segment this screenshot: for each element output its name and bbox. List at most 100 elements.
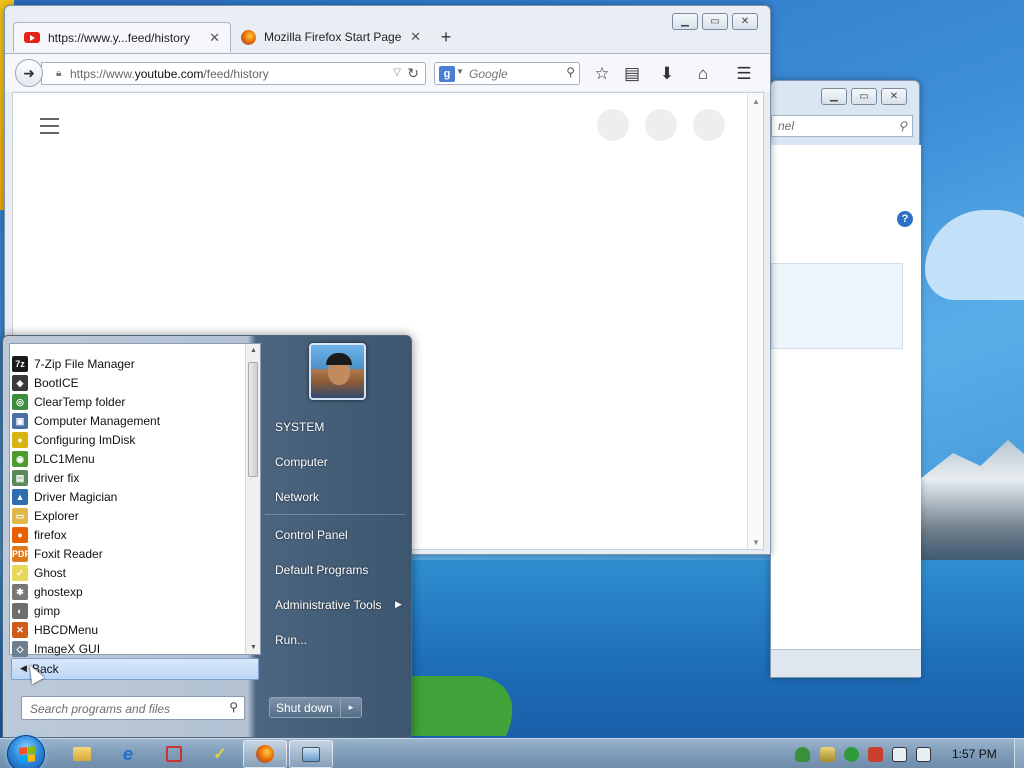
firefox-icon: ● [12, 526, 28, 543]
control-panel-icon [302, 746, 320, 762]
program-item[interactable]: 7z 7-Zip File Manager [12, 354, 135, 373]
start-item-network[interactable]: Network [275, 490, 319, 504]
menu-icon[interactable]: ☰ [733, 63, 755, 85]
scroll-up-icon[interactable]: ▲ [752, 97, 760, 106]
control-panel-window[interactable]: ▁ ▭ ✕ nel ⚲ ? [770, 80, 921, 678]
imagex-icon: ◇ [12, 640, 28, 657]
start-item-label: Administrative Tools [275, 598, 382, 612]
taskbar-internet-explorer[interactable]: e [106, 740, 150, 768]
minimize-button[interactable]: ▁ [672, 13, 698, 30]
home-icon[interactable]: ⌂ [692, 63, 714, 85]
url-prefix: https://www. [70, 67, 135, 81]
minimize-button[interactable]: ▁ [821, 88, 847, 105]
help-icon[interactable]: ? [897, 211, 913, 227]
taskbar-ghost[interactable]: ✓ [198, 740, 242, 768]
google-engine-icon[interactable]: g [439, 66, 455, 82]
back-button[interactable]: ◀ Back [11, 658, 259, 680]
program-label: BootICE [34, 375, 79, 390]
maximize-button[interactable]: ▭ [851, 88, 877, 105]
close-button[interactable]: ✕ [732, 13, 758, 30]
tab-label: https://www.y...feed/history [48, 30, 190, 45]
scroll-up-icon[interactable]: ▲ [250, 347, 257, 354]
program-item[interactable]: ◉ DLC1Menu [12, 449, 95, 468]
explorer-icon: ▭ [12, 507, 28, 524]
scroll-down-icon[interactable]: ▼ [250, 644, 257, 651]
page-scrollbar[interactable]: ▲ ▼ [747, 93, 763, 549]
taskbar-control-panel[interactable] [289, 740, 333, 768]
start-item-computer[interactable]: Computer [275, 455, 328, 469]
search-icon[interactable]: ⚲ [566, 65, 575, 79]
downloads-icon[interactable]: ⬇ [656, 63, 678, 85]
hbcd-icon [166, 746, 182, 762]
program-item[interactable]: ◇ ImageX GUI [12, 639, 100, 658]
start-item-control-panel[interactable]: Control Panel [275, 528, 348, 542]
hbcd-tray-icon[interactable] [868, 747, 883, 762]
shutdown-button[interactable]: Shut down [269, 697, 341, 718]
scroll-thumb[interactable] [248, 362, 258, 477]
user-avatar[interactable] [309, 343, 366, 400]
program-list-scrollbar[interactable]: ▲ ▼ [245, 344, 260, 654]
taskbar-file-explorer[interactable] [60, 740, 104, 768]
tab-close-icon[interactable]: ✕ [209, 30, 220, 46]
program-item[interactable]: ● Configuring ImDisk [12, 430, 135, 449]
tab-close-icon[interactable]: ✕ [410, 29, 421, 45]
bookmark-star-icon[interactable]: ☆ [591, 63, 613, 85]
start-search-input[interactable]: Search programs and files ⚲ [21, 696, 245, 720]
search-icon[interactable]: ⚲ [229, 700, 238, 714]
program-item[interactable]: ◎ ClearTemp folder [12, 392, 125, 411]
ghostexp-icon: ✱ [12, 583, 28, 600]
start-item-administrative-tools[interactable]: Administrative Tools ▶ [275, 598, 402, 612]
internet-explorer-icon: e [122, 743, 133, 764]
program-label: HBCDMenu [34, 622, 99, 637]
program-item[interactable]: ● firefox [12, 525, 67, 544]
scroll-down-icon[interactable]: ▼ [752, 538, 760, 547]
cleartemp-icon: ◎ [12, 393, 28, 410]
shutdown-options-button[interactable]: ▸ [340, 697, 362, 718]
tab-label: Mozilla Firefox Start Page [264, 30, 402, 44]
url-bar[interactable]: 🔒︎ https://www.youtube.com/feed/history … [41, 62, 426, 85]
tab-youtube-history[interactable]: https://www.y...feed/history ✕ [13, 22, 231, 52]
program-item[interactable]: PDF Foxit Reader [12, 544, 103, 563]
program-item[interactable]: ◈ BootICE [12, 373, 79, 392]
program-item[interactable]: ▭ Explorer [12, 506, 79, 525]
program-item[interactable]: ▣ Computer Management [12, 411, 160, 430]
youtube-guide-menu-icon[interactable] [40, 118, 59, 139]
reload-icon[interactable]: ↻ [407, 65, 419, 82]
computer-management-icon: ▣ [12, 412, 28, 429]
taskbar-hbcd[interactable] [152, 740, 196, 768]
display-icon[interactable] [892, 747, 907, 762]
engine-dropdown-icon[interactable]: ▼ [456, 67, 464, 76]
taskbar-firefox[interactable] [243, 740, 287, 768]
network-icon[interactable] [820, 747, 835, 762]
start-menu-separator [265, 514, 405, 515]
start-item-system[interactable]: SYSTEM [275, 420, 324, 434]
new-tab-button[interactable]: + [431, 22, 461, 52]
program-item[interactable]: ✱ ghostexp [12, 582, 83, 601]
start-item-run[interactable]: Run... [275, 633, 307, 647]
tab-firefox-start[interactable]: Mozilla Firefox Start Page ✕ [231, 22, 431, 52]
volume-muted-icon[interactable] [916, 747, 931, 762]
program-item[interactable]: ✓ Ghost [12, 563, 66, 582]
close-button[interactable]: ✕ [881, 88, 907, 105]
search-icon[interactable]: ⚲ [898, 119, 907, 133]
bookmarks-menu-icon[interactable]: ▤ [621, 63, 643, 85]
start-item-label: SYSTEM [275, 420, 325, 434]
control-panel-search-input[interactable]: nel ⚲ [771, 115, 913, 137]
start-button[interactable] [7, 735, 45, 768]
show-desktop-button[interactable] [1014, 739, 1024, 768]
driver-magician-icon: ▲ [12, 488, 28, 505]
start-menu-program-pane: 7z 7-Zip File Manager ◈ BootICE ◎ ClearTemp f… [9, 343, 261, 658]
security-icon[interactable] [795, 747, 810, 762]
maximize-button[interactable]: ▭ [702, 13, 728, 30]
history-dropdown-icon[interactable]: ▽ [393, 67, 401, 78]
program-item[interactable]: ▤ driver fix [12, 468, 79, 487]
program-item[interactable]: ✕ HBCDMenu [12, 620, 98, 639]
start-search-placeholder: Search programs and files [30, 702, 171, 716]
media-icon[interactable] [844, 747, 859, 762]
program-item[interactable]: ▲ Driver Magician [12, 487, 117, 506]
program-item[interactable]: ◐ gimp [12, 601, 60, 620]
start-item-default-programs[interactable]: Default Programs [275, 563, 368, 577]
clock[interactable]: 1:57 PM [952, 747, 997, 761]
search-bar[interactable]: g ▼ Google ⚲ [434, 62, 580, 85]
back-button[interactable]: ➜ [15, 59, 43, 87]
